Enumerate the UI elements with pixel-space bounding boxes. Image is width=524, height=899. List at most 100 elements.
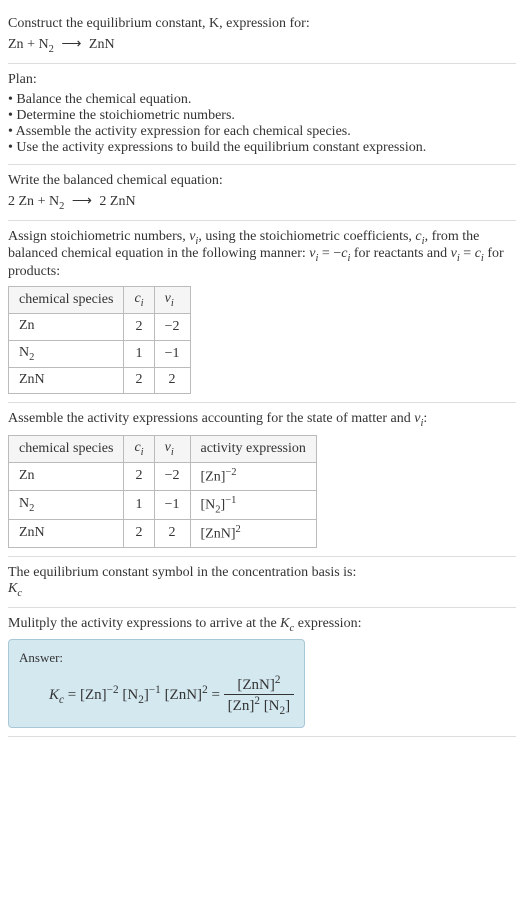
- fd2b: ]: [285, 698, 290, 714]
- multiply-section: Mulitply the activity expressions to arr…: [8, 608, 516, 738]
- a-t2a: [N: [122, 687, 138, 703]
- plan-item: Assemble the activity expression for eac…: [8, 124, 516, 140]
- multiply-line: Mulitply the activity expressions to arr…: [8, 616, 516, 634]
- table-row: N2 1 −1 [N2]−1: [9, 490, 317, 519]
- eq-arrow: ⟶: [58, 37, 85, 52]
- kc: K: [8, 581, 17, 596]
- bal-n: N: [49, 194, 59, 209]
- ci-h-sub: i: [141, 298, 144, 309]
- eq-n: N: [38, 37, 48, 52]
- cell-ci: 2: [124, 367, 154, 394]
- table-row: ZnN 2 2 [ZnN]2: [9, 520, 317, 548]
- cell-activity: [Zn]−2: [190, 462, 316, 490]
- cell-ci: 2: [124, 520, 154, 548]
- stoich-r2eq: =: [460, 246, 475, 261]
- fd1: [Zn]: [228, 698, 255, 714]
- activity-intro: Assemble the activity expressions accoun…: [8, 411, 516, 429]
- balanced-equation: 2 Zn + N2 ⟶ 2 ZnN: [8, 193, 516, 212]
- cell-ci: 1: [124, 490, 154, 519]
- table-header-row: chemical species ci νi: [9, 287, 191, 314]
- ab: [ZnN]: [201, 527, 236, 542]
- ab: [N: [201, 497, 216, 512]
- as: 2: [236, 524, 241, 535]
- as: −2: [225, 467, 236, 478]
- plan-section: Plan: Balance the chemical equation. Det…: [8, 64, 516, 165]
- stoich-t1: Assign stoichiometric numbers,: [8, 229, 189, 244]
- fn: [ZnN]: [237, 677, 275, 693]
- eq-plus: +: [24, 37, 39, 52]
- stoich-t2: , using the stoichiometric coefficients,: [198, 229, 415, 244]
- eq-zn: Zn: [8, 37, 24, 52]
- sp-sub: 2: [29, 503, 34, 514]
- nui-h-sub: i: [171, 298, 174, 309]
- plan-item: Use the activity expressions to build th…: [8, 140, 516, 156]
- cell-nui: −1: [154, 340, 190, 367]
- cell-ci: 1: [124, 340, 154, 367]
- activity-table: chemical species ci νi activity expressi…: [8, 435, 317, 548]
- prompt-label: Construct the equilibrium constant, K, e…: [8, 16, 310, 31]
- answer-box: Answer: Kc = [Zn]−2 [N2]−1 [ZnN]2 = [ZnN…: [8, 639, 305, 728]
- cell-species: N2: [9, 490, 124, 519]
- kc-sub: c: [17, 588, 22, 599]
- col-ci: ci: [124, 436, 154, 463]
- table-row: ZnN 2 2: [9, 367, 191, 394]
- ab: [Zn]: [201, 470, 226, 485]
- m-t1: Mulitply the activity expressions to arr…: [8, 616, 280, 631]
- bal-plus: +: [34, 194, 49, 209]
- as: −1: [225, 495, 236, 506]
- cell-activity: [ZnN]2: [190, 520, 316, 548]
- col-activity: activity expression: [190, 436, 316, 463]
- eq-znn: ZnN: [89, 37, 115, 52]
- col-species: chemical species: [9, 287, 124, 314]
- header-section: Construct the equilibrium constant, K, e…: [8, 8, 516, 64]
- cell-ci: 2: [124, 313, 154, 340]
- frac-den: [Zn]2 [N2]: [224, 695, 294, 717]
- a-kc: K: [49, 687, 59, 703]
- kc-symbol: Kc: [8, 581, 516, 599]
- a-t1s: −2: [107, 684, 119, 696]
- cell-nui: −1: [154, 490, 190, 519]
- plan-item: Balance the chemical equation.: [8, 92, 516, 108]
- fd2a: [N: [264, 698, 280, 714]
- sp: ZnN: [19, 372, 45, 387]
- bal-zn: Zn: [19, 194, 35, 209]
- cell-species: Zn: [9, 313, 124, 340]
- m-kc: K: [280, 616, 289, 631]
- plan-item: Determine the stoichiometric numbers.: [8, 108, 516, 124]
- symbol-section: The equilibrium constant symbol in the c…: [8, 557, 516, 608]
- sp: Zn: [19, 468, 35, 483]
- symbol-line: The equilibrium constant symbol in the c…: [8, 565, 516, 581]
- unbalanced-equation: Zn + N2 ⟶ ZnN: [8, 36, 516, 55]
- cell-species: ZnN: [9, 367, 124, 394]
- table-row: N2 1 −1: [9, 340, 191, 367]
- prompt-text: Construct the equilibrium constant, K, e…: [8, 16, 516, 32]
- stoich-intro: Assign stoichiometric numbers, νi, using…: [8, 229, 516, 281]
- col-nui: νi: [154, 436, 190, 463]
- table-header-row: chemical species ci νi activity expressi…: [9, 436, 317, 463]
- bal-arrow: ⟶: [68, 194, 95, 209]
- balanced-section: Write the balanced chemical equation: 2 …: [8, 165, 516, 221]
- stoich-r1eq: = −: [318, 246, 341, 261]
- sp-sub: 2: [29, 352, 34, 363]
- sp: N: [19, 345, 29, 360]
- activity-section: Assemble the activity expressions accoun…: [8, 403, 516, 556]
- a-t3: [ZnN]: [165, 687, 203, 703]
- bal-n-sub: 2: [59, 201, 64, 212]
- cell-nui: −2: [154, 462, 190, 490]
- eq-n-sub: 2: [49, 44, 54, 55]
- col-nui: νi: [154, 287, 190, 314]
- cell-species: ZnN: [9, 520, 124, 548]
- aci-h-sub: i: [141, 447, 144, 458]
- cell-nui: −2: [154, 313, 190, 340]
- bal-c2: 2: [99, 194, 110, 209]
- frac-num: [ZnN]2: [224, 674, 294, 695]
- stoich-section: Assign stoichiometric numbers, νi , using…: [8, 221, 516, 404]
- answer-fraction: [ZnN]2[Zn]2 [N2]: [224, 674, 294, 717]
- bal-znn: ZnN: [110, 194, 136, 209]
- fns: 2: [275, 674, 281, 686]
- sp: N: [19, 496, 29, 511]
- a-t1: [Zn]: [80, 687, 107, 703]
- act-t2: :: [423, 411, 427, 426]
- cell-nui: 2: [154, 520, 190, 548]
- m-t2: expression:: [294, 616, 361, 631]
